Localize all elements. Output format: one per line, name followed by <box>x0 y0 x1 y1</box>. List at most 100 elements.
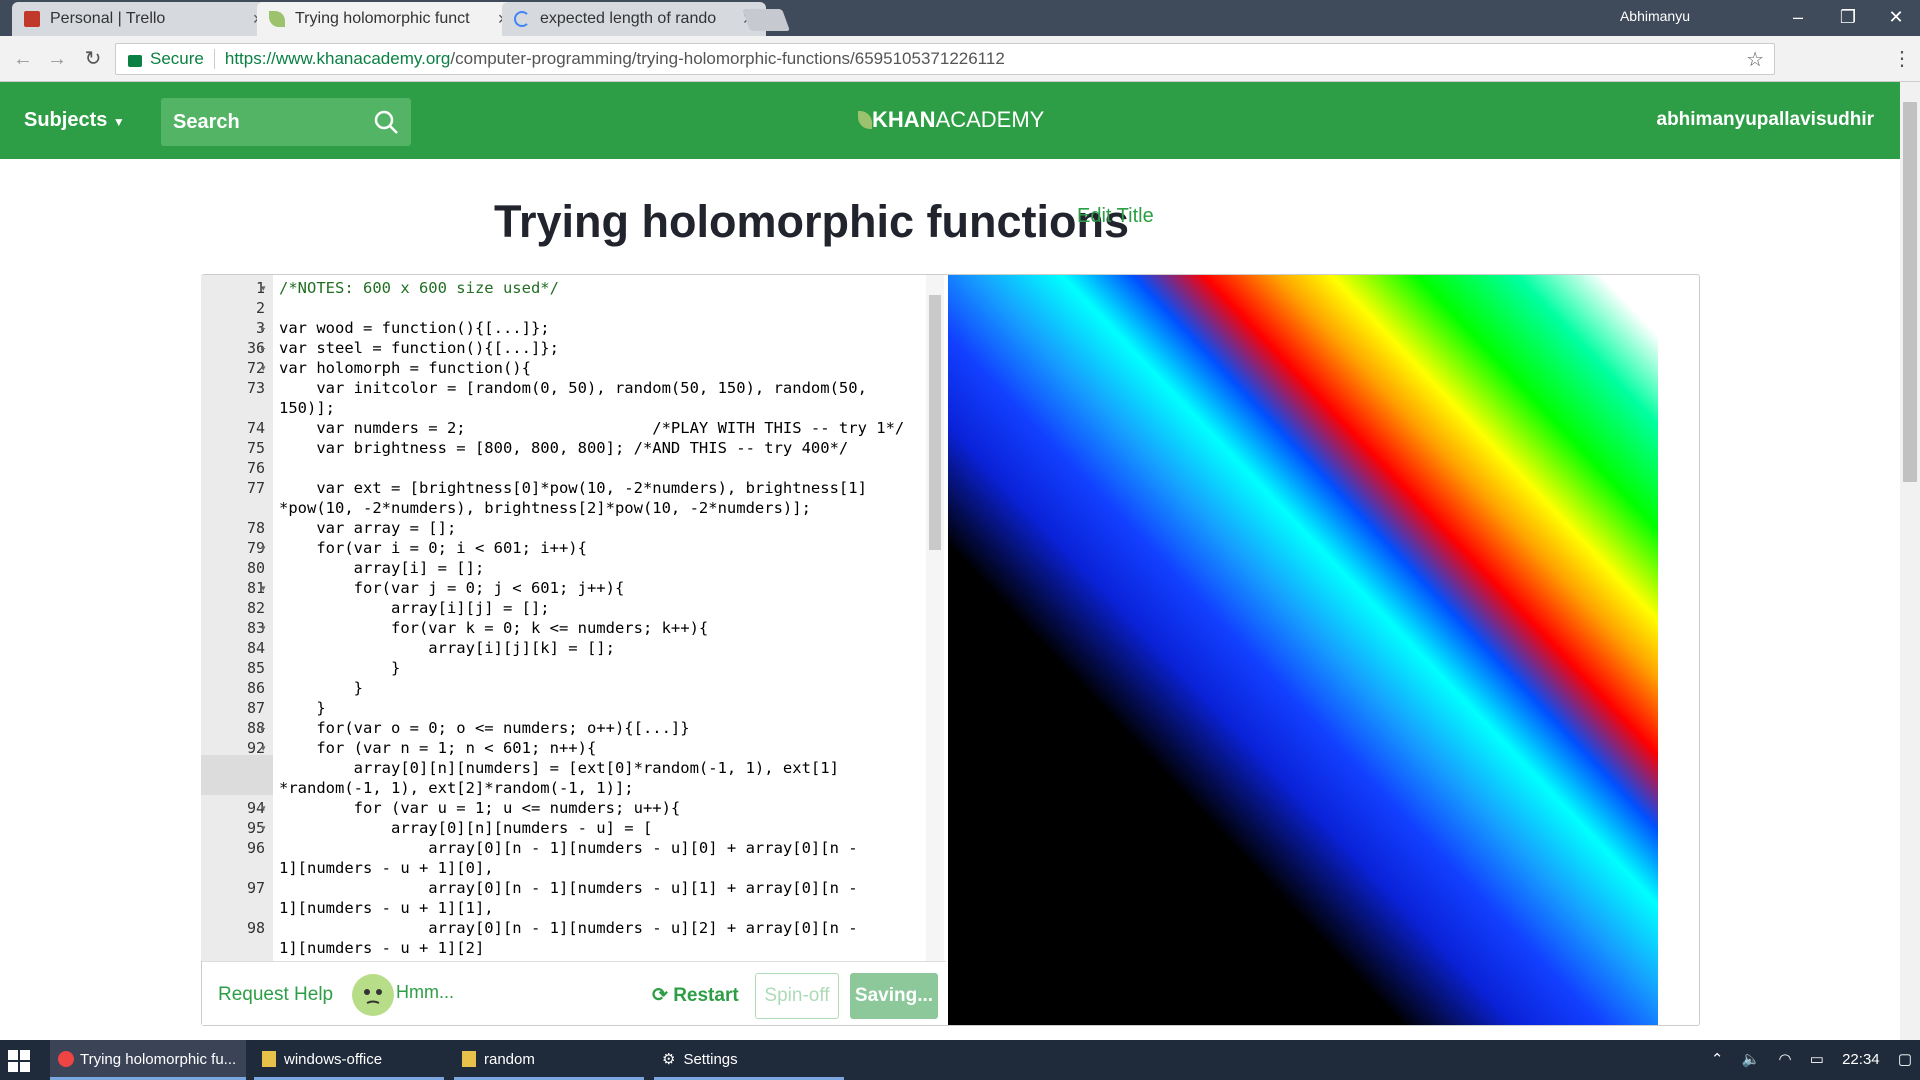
code-line[interactable]: for (var n = 1; n < 601; n++){ <box>279 739 596 757</box>
spinoff-button[interactable]: Spin-off <box>755 973 839 1019</box>
code-line[interactable]: array[0][n - 1][numders - u][1] + array[… <box>279 879 857 897</box>
scrollbar-thumb[interactable] <box>1903 102 1917 482</box>
code-line[interactable]: for(var j = 0; j < 601; j++){ <box>279 579 625 597</box>
forward-icon[interactable]: → <box>42 44 72 74</box>
code-line[interactable]: array[i][j] = []; <box>279 599 550 617</box>
fold-toggle-icon[interactable]: ▾ <box>261 543 266 554</box>
battery-icon[interactable]: ▭ <box>1810 1051 1824 1068</box>
code-line[interactable]: var holomorph = function(){ <box>279 359 531 377</box>
fold-toggle-icon[interactable]: ▸ <box>261 323 266 334</box>
code-line[interactable]: var wood = function(){[...]}; <box>279 319 550 337</box>
subjects-menu[interactable]: Subjects ▼ <box>24 109 125 132</box>
code-line[interactable]: array[0][n][numders - u] = [ <box>279 819 652 837</box>
fold-toggle-icon[interactable]: ▾ <box>261 363 266 374</box>
code-line[interactable]: for(var k = 0; k <= numders; k++){ <box>279 619 708 637</box>
fold-toggle-icon[interactable]: ▸ <box>261 343 266 354</box>
code-line[interactable]: 1][numders - u + 1][2] <box>279 939 484 957</box>
volume-icon[interactable]: 🔈 <box>1742 1051 1761 1068</box>
khan-academy-logo[interactable]: KHANACADEMY <box>858 107 1044 133</box>
lock-icon <box>128 55 142 67</box>
wifi-icon[interactable]: ◠ <box>1778 1051 1791 1068</box>
refresh-icon: ⟳ <box>652 985 668 1006</box>
code-line[interactable]: } <box>279 659 400 677</box>
restore-icon[interactable]: ❐ <box>1828 4 1868 30</box>
search-input[interactable]: Search <box>173 111 240 134</box>
code-line[interactable]: array[i] = []; <box>279 559 485 577</box>
menu-icon[interactable]: ⋮ <box>1892 46 1912 71</box>
profile-name[interactable]: Abhimanyu <box>1620 8 1690 24</box>
fold-toggle-icon[interactable]: ▾ <box>261 823 266 834</box>
close-window-icon[interactable]: ✕ <box>1876 4 1916 30</box>
code-line[interactable]: array[i][j][k] = []; <box>279 639 615 657</box>
reload-icon[interactable]: ↻ <box>78 44 108 74</box>
tab-khan[interactable]: Trying holomorphic funct × <box>257 2 521 36</box>
code-line[interactable]: *pow(10, -2*numders), brightness[2]*pow(… <box>279 499 811 517</box>
trello-icon <box>24 11 40 27</box>
leaf-icon <box>858 111 872 129</box>
tab-title: expected length of rando <box>540 10 717 27</box>
search-icon[interactable] <box>373 109 399 135</box>
windows-taskbar: Trying holomorphic fu... windows-office … <box>0 1040 1920 1080</box>
request-help-link[interactable]: Request Help <box>218 984 333 1006</box>
code-line[interactable]: var array = []; <box>279 519 456 537</box>
taskbar-item-windows-office[interactable]: windows-office <box>254 1040 444 1080</box>
hmm-text[interactable]: Hmm... <box>396 982 454 1003</box>
code-line[interactable]: var initcolor = [random(0, 50), random(5… <box>279 379 867 397</box>
taskbar-label: Settings <box>683 1051 738 1068</box>
code-line[interactable]: for (var u = 1; u <= numders; u++){ <box>279 799 681 817</box>
clock[interactable]: 22:34 <box>1842 1051 1880 1068</box>
fold-toggle-icon[interactable]: ▾ <box>261 623 266 634</box>
subjects-label: Subjects <box>24 109 108 131</box>
tab-trello[interactable]: Personal | Trello × <box>12 2 276 36</box>
code-line[interactable]: array[0][n - 1][numders - u][0] + array[… <box>279 839 857 857</box>
code-line[interactable]: 150)]; <box>279 399 335 417</box>
taskbar-item-chrome[interactable]: Trying holomorphic fu... <box>50 1040 246 1080</box>
url-field[interactable]: Secure https://www.khanacademy.org /comp… <box>115 43 1775 75</box>
windows-start-icon[interactable] <box>8 1050 30 1072</box>
code-line[interactable]: for(var o = 0; o <= numders; o++){[...]} <box>279 719 689 737</box>
code-line[interactable]: var ext = [brightness[0]*pow(10, -2*numd… <box>279 479 867 497</box>
back-icon[interactable]: ← <box>8 44 38 74</box>
code-editor[interactable]: 1 ▾ 2 3 ▸ 36 ▸ 72 ▾ 73 74 75 76 77 78 79 ▾ 80 81 ▾ 82 83 ▾ 84 85… <box>201 275 946 961</box>
fold-toggle-icon[interactable]: ▾ <box>261 743 266 754</box>
line-number: 98 <box>246 919 265 937</box>
minimize-icon[interactable]: – <box>1778 4 1818 30</box>
search-box[interactable]: Search <box>161 98 411 146</box>
fold-toggle-icon[interactable]: ▾ <box>261 803 266 814</box>
code-line[interactable]: array[0][n][numders] = [ext[0]*random(-1… <box>279 759 839 777</box>
scrollbar-thumb[interactable] <box>929 295 941 550</box>
restart-button[interactable]: ⟳ Restart <box>652 984 739 1007</box>
line-number: 76 <box>246 459 265 477</box>
oh-noes-guy-icon[interactable] <box>352 974 394 1016</box>
gear-icon: ⚙ <box>662 1051 676 1068</box>
code-line[interactable]: } <box>279 679 363 697</box>
page-scrollbar[interactable] <box>1900 82 1920 1040</box>
code-line[interactable]: array[0][n - 1][numders - u][2] + array[… <box>279 919 857 937</box>
khan-leaf-icon <box>269 11 285 27</box>
code-line[interactable]: var numders = 2; /*PLAY WITH THIS -- try… <box>279 419 904 437</box>
tab-expected-length[interactable]: expected length of rando × <box>502 2 766 36</box>
code-line[interactable]: } <box>279 699 325 717</box>
taskbar-item-random[interactable]: random <box>454 1040 644 1080</box>
fold-toggle-icon[interactable]: ▾ <box>261 583 266 594</box>
code-line[interactable]: var steel = function(){[...]}; <box>279 339 559 357</box>
edit-title-link[interactable]: Edit Title <box>1077 205 1154 228</box>
fold-toggle-icon[interactable]: ▾ <box>261 283 266 294</box>
taskbar-item-settings[interactable]: ⚙ Settings <box>654 1040 844 1080</box>
code-line[interactable]: 1][numders - u + 1][1], <box>279 899 494 917</box>
fold-toggle-icon[interactable]: ▸ <box>261 723 266 734</box>
save-button[interactable]: Saving... <box>850 973 938 1019</box>
notifications-icon[interactable]: ▢ <box>1898 1051 1912 1068</box>
editor-scrollbar[interactable] <box>926 275 944 961</box>
code-line[interactable]: var brightness = [800, 800, 800]; /*AND … <box>279 439 848 457</box>
code-line[interactable]: *random(-1, 1), ext[2]*random(-1, 1)]; <box>279 779 634 797</box>
new-tab-button[interactable] <box>741 9 791 31</box>
bookmark-star-icon[interactable]: ☆ <box>1746 47 1764 72</box>
code-line[interactable]: 1][numders - u + 1][0], <box>279 859 494 877</box>
code-line[interactable]: /*NOTES: 600 x 600 size used*/ <box>279 279 559 297</box>
user-menu[interactable]: abhimanyupallavisudhir <box>1657 109 1875 131</box>
chevron-up-icon[interactable]: ⌃ <box>1711 1051 1724 1068</box>
tab-title: Personal | Trello <box>50 10 166 27</box>
program-output-canvas[interactable] <box>948 275 1658 1025</box>
code-line[interactable]: for(var i = 0; i < 601; i++){ <box>279 539 587 557</box>
